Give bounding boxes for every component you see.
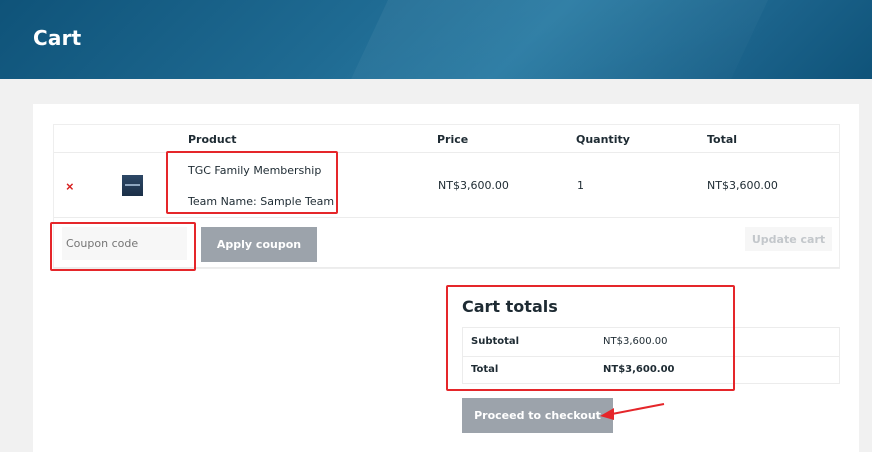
totals-divider xyxy=(463,356,839,357)
proceed-to-checkout-button[interactable]: Proceed to checkout xyxy=(462,398,613,433)
row-divider xyxy=(54,217,839,218)
quantity-field[interactable]: 1 xyxy=(577,179,584,192)
total-value: NT$3,600.00 xyxy=(603,364,675,375)
header-product: Product xyxy=(188,133,237,146)
header-divider xyxy=(54,152,839,153)
product-name-link[interactable]: TGC Family Membership xyxy=(188,164,321,177)
product-subtotal: NT$3,600.00 xyxy=(707,179,778,192)
cart-totals-title: Cart totals xyxy=(462,297,558,316)
apply-coupon-button[interactable]: Apply coupon xyxy=(201,227,317,262)
page-banner: Cart xyxy=(0,0,872,79)
page-title: Cart xyxy=(33,26,82,50)
header-price: Price xyxy=(437,133,469,146)
subtotal-value: NT$3,600.00 xyxy=(603,336,668,347)
product-price: NT$3,600.00 xyxy=(438,179,509,192)
cart-content: Product Price Quantity Total × TGC Famil… xyxy=(33,104,859,452)
close-icon[interactable]: × xyxy=(66,179,74,194)
actions-divider xyxy=(53,267,840,268)
header-quantity: Quantity xyxy=(576,133,630,146)
subtotal-label: Subtotal xyxy=(471,336,520,347)
product-meta: Team Name: Sample Team xyxy=(188,195,335,208)
update-cart-button[interactable]: Update cart xyxy=(745,227,832,251)
header-total: Total xyxy=(707,133,738,146)
total-label: Total xyxy=(471,364,499,375)
cart-totals-table: Subtotal NT$3,600.00 Total NT$3,600.00 xyxy=(462,327,840,384)
coupon-code-input[interactable] xyxy=(62,227,187,260)
product-thumbnail[interactable] xyxy=(122,175,143,196)
